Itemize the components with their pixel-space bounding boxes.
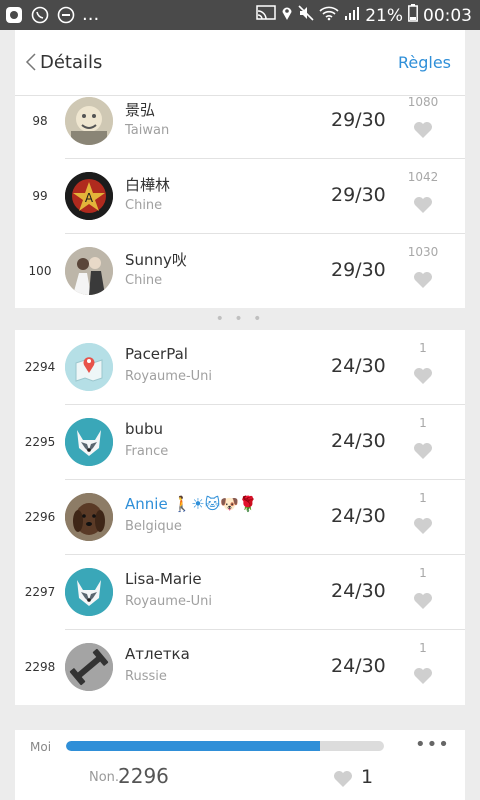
- avatar[interactable]: [65, 343, 113, 391]
- my-like-count: 1: [361, 766, 374, 788]
- clock: 00:03: [423, 5, 472, 26]
- user-country: France: [125, 444, 169, 459]
- avatar[interactable]: [65, 247, 113, 295]
- rank-number: 100: [28, 264, 52, 278]
- ranking-row[interactable]: 98 景弘 Taiwan 29/30 1080: [15, 84, 465, 159]
- like-count: 1042: [407, 170, 439, 184]
- rank-prefix: Non.: [89, 770, 120, 785]
- avatar[interactable]: A: [65, 172, 113, 220]
- rank-number: 2294: [24, 360, 56, 374]
- avatar[interactable]: [65, 568, 113, 616]
- score: 29/30: [331, 184, 386, 206]
- score: 29/30: [331, 109, 386, 131]
- ranking-row[interactable]: 2297 Lisa-Marie Royaume-Uni 24/30 1: [15, 555, 465, 630]
- user-country: Royaume-Uni: [125, 594, 213, 609]
- avatar[interactable]: [65, 493, 113, 541]
- status-bar: ... 21% 00:03: [0, 0, 480, 30]
- heart-icon[interactable]: [413, 667, 433, 685]
- user-country: Belgique: [125, 519, 182, 534]
- avatar[interactable]: [65, 643, 113, 691]
- signal-icon: [344, 5, 360, 26]
- me-label: Moi: [30, 740, 52, 754]
- ellipsis-separator: • • •: [215, 311, 265, 327]
- top-ranking-list: 98 景弘 Taiwan 29/30 1080 99 A 白樺林 Chine 2…: [15, 95, 465, 309]
- score: 24/30: [331, 355, 386, 377]
- rules-link[interactable]: Règles: [398, 53, 451, 72]
- progress-bar: [66, 741, 384, 751]
- heart-icon[interactable]: [333, 770, 353, 788]
- user-country: Russie: [125, 669, 167, 684]
- score: 24/30: [331, 580, 386, 602]
- score: 29/30: [331, 259, 386, 281]
- list-gap: • • •: [15, 308, 465, 330]
- ranking-row[interactable]: 2294 PacerPal Royaume-Uni 24/30 1: [15, 330, 465, 405]
- rank-number: 2295: [24, 435, 56, 449]
- app-icon: [4, 5, 24, 25]
- user-name: PacerPal: [125, 345, 188, 363]
- rank-number: 99: [32, 189, 48, 203]
- like-count: 1: [419, 566, 427, 580]
- like-count: 1: [419, 641, 427, 655]
- ranking-row-current-user[interactable]: 2296 Annie 🚶☀🐱🐶🌹 Belgique 24/30 1: [15, 480, 465, 555]
- svg-text:A: A: [85, 191, 94, 205]
- user-country: Taiwan: [125, 123, 170, 138]
- more-notifications: ...: [82, 4, 100, 25]
- more-options-button[interactable]: •••: [415, 734, 450, 755]
- my-rank: 2296: [118, 764, 169, 788]
- user-name: 景弘: [125, 101, 156, 119]
- wifi-icon: [319, 5, 339, 26]
- battery-percent: 21%: [365, 5, 403, 26]
- score: 24/30: [331, 655, 386, 677]
- mute-icon: [298, 5, 314, 26]
- score: 24/30: [331, 505, 386, 527]
- ranking-row[interactable]: 100 Sunny吙 Chine 29/30 1030: [15, 234, 465, 309]
- cast-icon: [256, 5, 276, 26]
- user-country: Chine: [125, 273, 163, 288]
- user-name: Annie 🚶☀🐱🐶🌹: [125, 495, 258, 513]
- ranking-row[interactable]: 2295 bubu France 24/30 1: [15, 405, 465, 480]
- user-name-emojis: 🚶☀🐱🐶🌹: [172, 495, 258, 513]
- back-chevron-icon[interactable]: [22, 50, 42, 74]
- user-name-text: Annie: [125, 495, 168, 513]
- user-name: Атлетка: [125, 645, 190, 663]
- heart-icon[interactable]: [413, 271, 433, 289]
- page-title[interactable]: Détails: [40, 52, 102, 73]
- heart-icon[interactable]: [413, 592, 433, 610]
- user-country: Chine: [125, 198, 163, 213]
- rank-number: 98: [32, 114, 48, 128]
- whatsapp-icon: [30, 5, 50, 25]
- user-name: Sunny吙: [125, 251, 187, 269]
- like-count: 1080: [407, 95, 439, 109]
- user-name: Lisa-Marie: [125, 570, 202, 588]
- user-name: 白樺林: [125, 176, 171, 194]
- avatar[interactable]: [65, 418, 113, 466]
- rank-number: 2297: [24, 585, 56, 599]
- user-name: bubu: [125, 420, 164, 438]
- user-country: Royaume-Uni: [125, 369, 213, 384]
- heart-icon[interactable]: [413, 196, 433, 214]
- location-icon: [281, 5, 293, 26]
- like-count: 1: [419, 491, 427, 505]
- ranking-row[interactable]: 2298 Атлетка Russie 24/30 1: [15, 630, 465, 705]
- heart-icon[interactable]: [413, 442, 433, 460]
- score: 24/30: [331, 430, 386, 452]
- rank-number: 2298: [24, 660, 56, 674]
- rank-number: 2296: [24, 510, 56, 524]
- nearby-ranking-list: 2294 PacerPal Royaume-Uni 24/30 1 2295 b…: [15, 330, 465, 705]
- my-ranking-panel: Moi ••• Non. 2296 1: [15, 730, 465, 800]
- like-count: 1: [419, 416, 427, 430]
- like-count: 1030: [407, 245, 439, 259]
- battery-icon: [408, 4, 418, 27]
- ranking-row[interactable]: 99 A 白樺林 Chine 29/30 1042: [15, 159, 465, 234]
- heart-icon[interactable]: [413, 121, 433, 139]
- heart-icon[interactable]: [413, 517, 433, 535]
- do-not-disturb-icon: [56, 5, 76, 25]
- like-count: 1: [419, 341, 427, 355]
- progress-bar-fill: [66, 741, 321, 751]
- heart-icon[interactable]: [413, 367, 433, 385]
- avatar[interactable]: [65, 97, 113, 145]
